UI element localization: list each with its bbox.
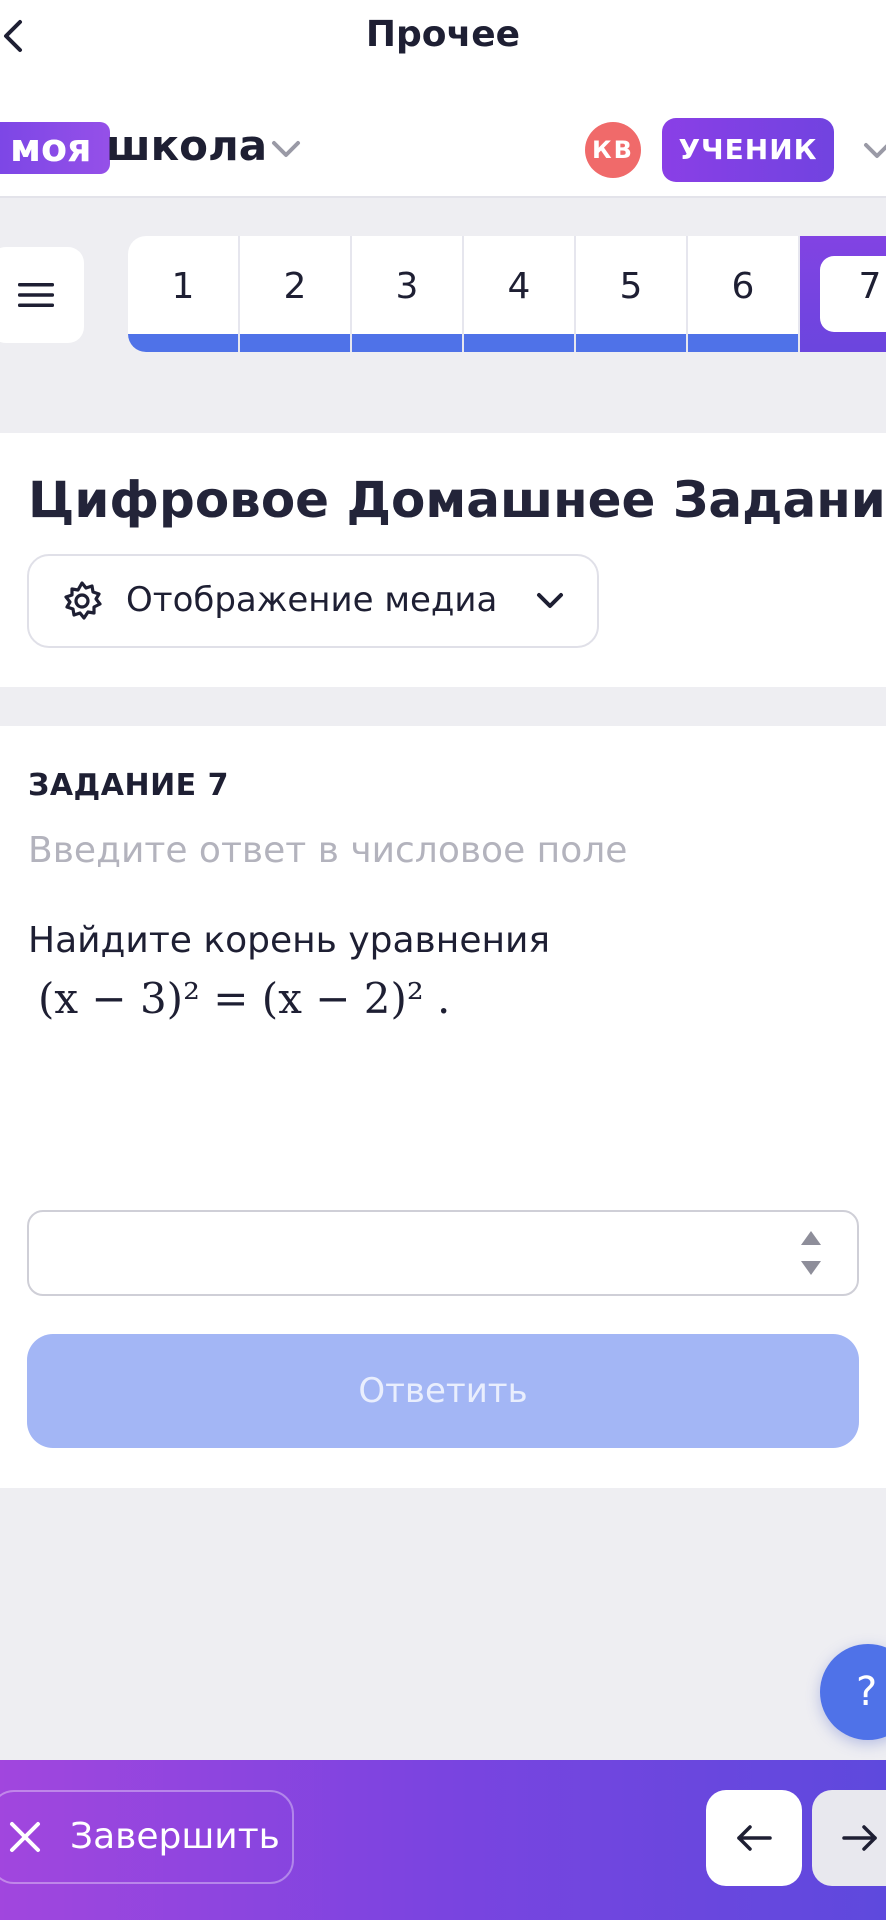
- top-app-bar: Прочее: [0, 0, 886, 78]
- school-header: моя школа КВ УЧЕНИК: [0, 78, 886, 198]
- media-display-dropdown[interactable]: Отображение медиа: [27, 554, 599, 648]
- previous-task-button[interactable]: [706, 1790, 802, 1886]
- task-progress-bar: [464, 334, 574, 352]
- submit-answer-button[interactable]: Ответить: [27, 1334, 859, 1448]
- task-tab-number: 1: [171, 266, 195, 307]
- task-tab-6[interactable]: 6: [688, 236, 800, 352]
- task-tab-1[interactable]: 1: [128, 236, 240, 352]
- chevron-down-icon: [537, 593, 563, 608]
- bottom-action-bar: Завершить: [0, 1760, 886, 1920]
- task-equation: (x − 3)² = (x − 2)² .: [38, 974, 451, 1023]
- task-tab-number: 2: [283, 266, 307, 307]
- task-progress-bar: [240, 334, 350, 352]
- task-progress-bar: [128, 334, 238, 352]
- answer-input[interactable]: [27, 1210, 859, 1296]
- homework-title-card: Цифровое Домашнее Задание Отображение ме…: [0, 433, 886, 687]
- role-badge[interactable]: УЧЕНИК: [662, 118, 834, 182]
- arrow-right-icon: [842, 1825, 877, 1851]
- page-title: Цифровое Домашнее Задание: [28, 471, 886, 529]
- task-progress-bar: [688, 334, 798, 352]
- task-tab-number: 4: [507, 266, 531, 307]
- finish-button[interactable]: Завершить: [0, 1790, 294, 1884]
- chevron-down-icon[interactable]: [270, 138, 302, 160]
- avatar[interactable]: КВ: [585, 122, 641, 178]
- task-question: Найдите корень уравнения: [28, 920, 551, 961]
- task-tab-5[interactable]: 5: [576, 236, 688, 352]
- stepper-icon[interactable]: [798, 1228, 824, 1278]
- task-tab-number: 6: [731, 266, 755, 307]
- task-tab-3[interactable]: 3: [352, 236, 464, 352]
- arrow-left-icon: [737, 1825, 772, 1851]
- menu-button[interactable]: [0, 247, 84, 343]
- close-icon: [10, 1822, 40, 1852]
- task-navigation: 1 2 3 4 5 6 7: [128, 236, 886, 352]
- task-tab-number: 5: [619, 266, 643, 307]
- task-card: ЗАДАНИЕ 7 Введите ответ в числовое поле …: [0, 726, 886, 1488]
- help-button[interactable]: ?: [820, 1644, 886, 1740]
- task-tab-number: 3: [395, 266, 419, 307]
- gear-icon: [64, 581, 102, 620]
- task-tab-number: 7: [858, 266, 882, 307]
- task-tab-2[interactable]: 2: [240, 236, 352, 352]
- task-progress-bar: [576, 334, 686, 352]
- task-tab-4[interactable]: 4: [464, 236, 576, 352]
- media-dropdown-label: Отображение медиа: [126, 580, 498, 620]
- finish-label: Завершить: [70, 1816, 280, 1857]
- next-task-button[interactable]: [812, 1790, 886, 1886]
- chevron-down-icon[interactable]: [862, 140, 886, 162]
- task-progress-bar: [352, 334, 462, 352]
- task-label: ЗАДАНИЕ 7: [28, 768, 229, 803]
- logo-shkola: школа: [106, 121, 268, 170]
- task-hint: Введите ответ в числовое поле: [28, 830, 628, 871]
- task-tab-7[interactable]: 7: [800, 236, 886, 352]
- logo-moya: моя: [0, 122, 110, 174]
- top-bar-title: Прочее: [365, 14, 521, 55]
- menu-icon: [18, 283, 54, 307]
